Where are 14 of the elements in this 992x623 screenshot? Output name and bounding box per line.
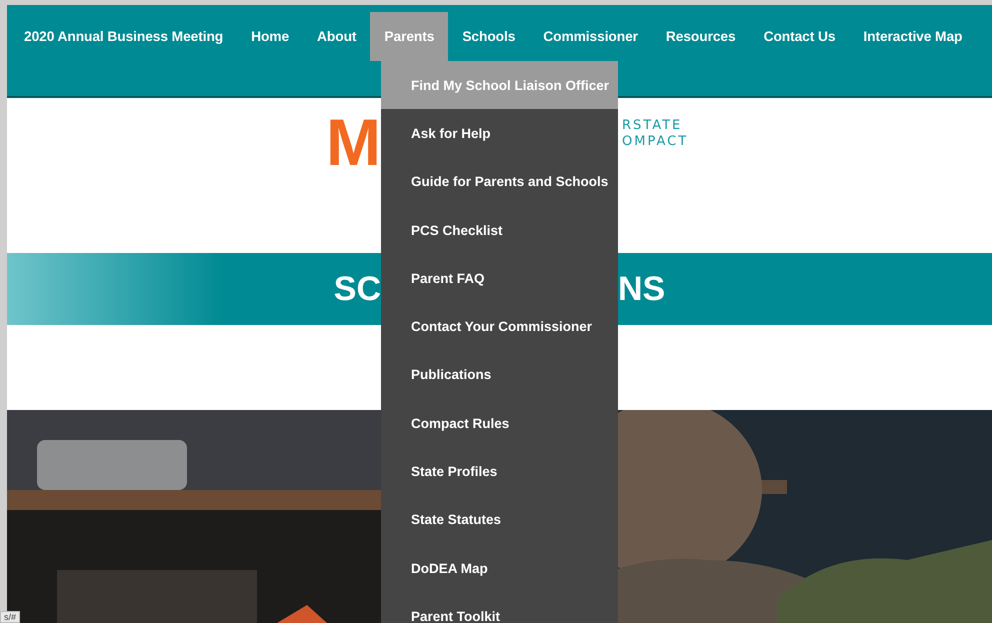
nav-link[interactable]: Resources — [652, 12, 750, 61]
logo-letter: M — [326, 112, 381, 172]
nav-link[interactable]: Interactive Map — [849, 12, 976, 61]
nav-link[interactable]: Schools — [448, 12, 530, 61]
banner-title: NS — [618, 270, 666, 308]
logo-text: OMPACT — [622, 134, 690, 150]
nav-link[interactable]: 2020 Annual Business Meeting — [7, 12, 238, 61]
banner-title: SC — [334, 270, 381, 308]
nav-link[interactable]: About — [303, 12, 370, 61]
nav-link[interactable]: Home — [237, 12, 304, 61]
nav-link[interactable]: Contact Us — [750, 12, 850, 61]
status-url: s/# — [0, 611, 20, 623]
nav-link[interactable]: Commissioner — [529, 12, 652, 61]
logo-text: RSTATE — [622, 118, 684, 134]
